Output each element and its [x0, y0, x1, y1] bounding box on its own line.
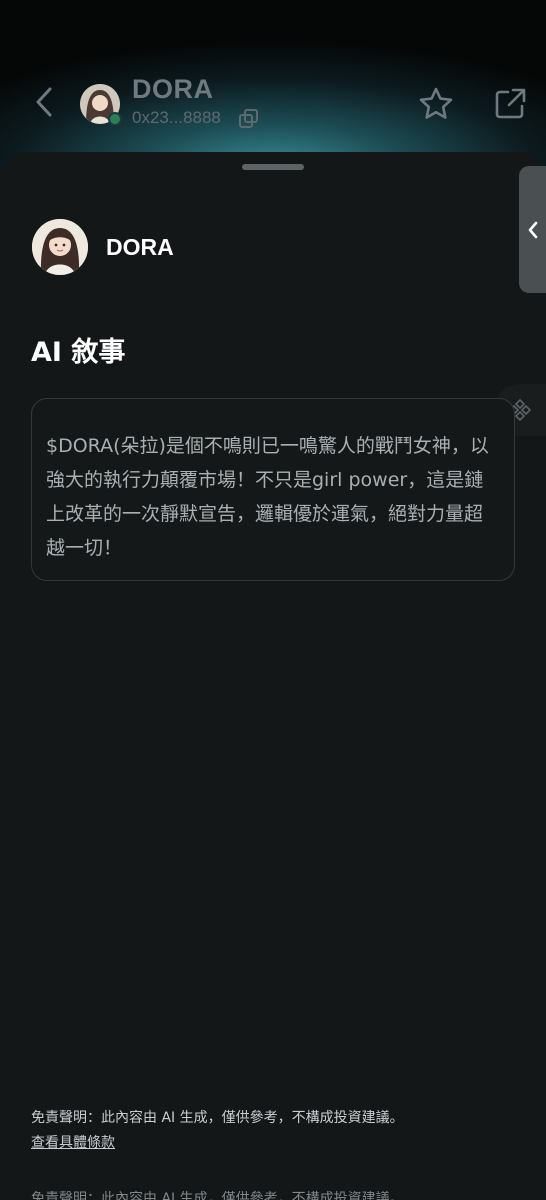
side-panel-toggle[interactable]: [519, 166, 546, 293]
token-header: DORA 0x23...8888: [0, 60, 546, 150]
disclaimer-text: 免責聲明：此內容由 AI 生成，僅供參考，不構成投資建議。: [31, 1110, 404, 1126]
disclaimer-ghost-text: 免責聲明：此內容由 AI 生成，僅供參考，不構成投資建議。: [31, 1191, 404, 1200]
share-button[interactable]: [490, 84, 530, 124]
drag-handle[interactable]: [242, 164, 304, 170]
chevron-left-icon: [36, 87, 52, 117]
terms-link[interactable]: 查看具體條款: [31, 1132, 115, 1152]
back-button[interactable]: [26, 82, 62, 122]
favorite-button[interactable]: [416, 84, 456, 124]
contract-address: 0x23...8888: [132, 108, 221, 127]
ai-narrative-text: $DORA(朵拉)是個不鳴則已一鳴驚人的戰鬥女神，以強大的執行力顛覆市場！不只是…: [46, 435, 489, 559]
detail-sheet: [0, 152, 546, 1200]
ai-narrative-card: $DORA(朵拉)是個不鳴則已一鳴驚人的戰鬥女神，以強大的執行力顛覆市場！不只是…: [31, 398, 515, 581]
status-dot: [108, 112, 122, 126]
chevron-left-icon: [528, 221, 537, 238]
star-outline-icon: [419, 87, 453, 119]
copy-icon[interactable]: [238, 108, 260, 130]
header-token-name: DORA: [132, 74, 214, 104]
section-title: AI 敘事: [31, 337, 126, 368]
profile-name: DORA: [106, 234, 174, 260]
profile-avatar: [32, 219, 88, 275]
external-share-icon: [495, 88, 526, 119]
header-avatar: [80, 84, 122, 126]
